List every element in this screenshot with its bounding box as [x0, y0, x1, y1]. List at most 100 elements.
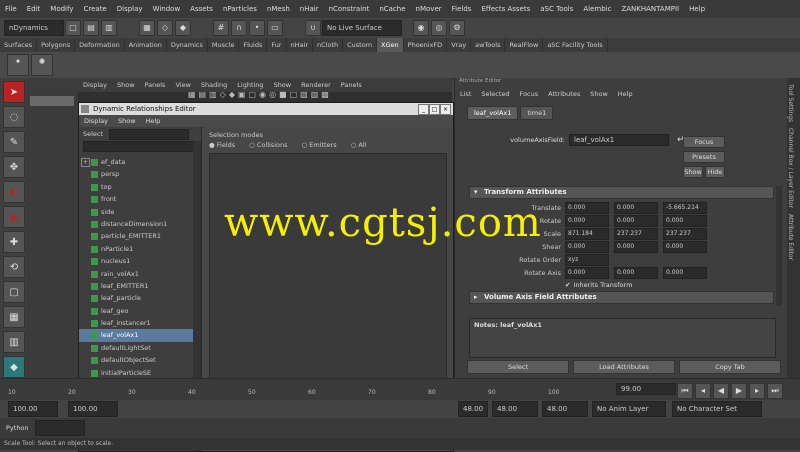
layout-outliner-icon[interactable]: ▥	[3, 331, 25, 353]
shelf-tab-asc-facility-tools[interactable]: aSC Facility Tools	[543, 38, 608, 52]
maximize-icon[interactable]: □	[429, 104, 440, 115]
viewport-menu-display[interactable]: Display	[78, 78, 112, 92]
menu-assets[interactable]: Assets	[185, 0, 218, 18]
menu-window[interactable]: Window	[148, 0, 186, 18]
attr-field[interactable]: 0.000	[663, 240, 707, 253]
list-item[interactable]: distanceDimension1	[79, 218, 201, 230]
select-hierarchy-icon[interactable]: ▦	[139, 20, 155, 36]
dialog-menu-show[interactable]: Show	[113, 115, 141, 127]
attr-field[interactable]: 0.000	[565, 201, 609, 214]
attr-field[interactable]: 0.000	[663, 214, 707, 227]
start-time-field[interactable]: 100.00	[8, 401, 58, 417]
copy-tab-button[interactable]: Copy Tab	[679, 360, 781, 374]
shelf-tab-xgen[interactable]: XGen	[377, 38, 404, 52]
shelf-tab-realflow[interactable]: RealFlow	[505, 38, 544, 52]
attribute-scrollbar[interactable]	[776, 186, 782, 306]
ae-menu-help[interactable]: Help	[613, 86, 638, 102]
end-time-field-2[interactable]: 48.00	[542, 401, 588, 417]
menu-effects-assets[interactable]: Effects Assets	[476, 0, 535, 18]
cmd-input[interactable]	[34, 420, 85, 436]
attr-field[interactable]: xyz	[565, 253, 609, 266]
select-filter-input[interactable]	[109, 128, 190, 140]
menu-create[interactable]: Create	[78, 0, 111, 18]
load-attributes-button[interactable]: Load Attributes	[573, 360, 675, 374]
end-time-field[interactable]: 48.00	[492, 401, 538, 417]
snap-curve-icon[interactable]: ∩	[231, 20, 247, 36]
open-scene-icon[interactable]: ▤	[83, 20, 99, 36]
ae-menu-attributes[interactable]: Attributes	[543, 86, 585, 102]
menu-display[interactable]: Display	[112, 0, 148, 18]
last-tool-icon[interactable]: ⟲	[3, 256, 25, 278]
go-end-icon[interactable]: ⏭	[767, 383, 783, 399]
menu-nmover[interactable]: nMover	[411, 0, 447, 18]
close-icon[interactable]: ×	[440, 104, 451, 115]
character-set-select[interactable]: No Character Set	[672, 401, 762, 417]
list-item[interactable]: leaf_EMITTER1	[79, 280, 201, 292]
shelf-tab-awtools[interactable]: awTools	[471, 38, 506, 52]
shelf-tab-fur[interactable]: Fur	[267, 38, 287, 52]
list-item[interactable]: nucleus1	[79, 255, 201, 267]
list-item[interactable]: nParticle1	[79, 243, 201, 255]
expand-icon[interactable]: +	[81, 158, 90, 167]
cmd-language-label[interactable]: Python	[0, 424, 35, 432]
show-button[interactable]: Show	[683, 166, 703, 178]
menu-file[interactable]: File	[0, 0, 22, 18]
attr-field[interactable]: -5.665.214	[663, 201, 707, 214]
paint-select-icon[interactable]: ✎	[3, 131, 25, 153]
menu-alembic[interactable]: Alembic	[578, 0, 616, 18]
menu-nhair[interactable]: nHair	[295, 0, 324, 18]
menu-edit[interactable]: Edit	[22, 0, 46, 18]
move-tool-icon[interactable]: ✥	[3, 156, 25, 178]
hide-button[interactable]: Hide	[705, 166, 725, 178]
node-tab-time1[interactable]: time1	[520, 106, 554, 120]
ae-menu-list[interactable]: List	[455, 86, 476, 102]
node-name-field[interactable]: leaf_volAx1	[569, 134, 669, 146]
list-item[interactable]: leaf_geo	[79, 305, 201, 317]
select-tool-icon[interactable]: ➤	[3, 81, 25, 103]
mode-radio-emitters[interactable]: ○ Emitters	[302, 141, 337, 149]
snap-plane-icon[interactable]: ▭	[267, 20, 283, 36]
volume-axis-attributes-header[interactable]: ▸ Volume Axis Field Attributes	[469, 291, 774, 304]
presets-button[interactable]: Presets	[683, 151, 725, 163]
list-item[interactable]: front	[79, 193, 201, 205]
step-forward-icon[interactable]: ▸	[749, 383, 765, 399]
list-item[interactable]: defaultObjectSet	[79, 354, 201, 366]
rotate-tool-icon[interactable]: ◐	[3, 181, 25, 203]
time-slider[interactable]: 10 20 30 40 50 60 70 80 90 100 99.00 ⏮ ◂ ◀ ▶ ▸ ⏭	[0, 378, 800, 401]
mode-radio-all[interactable]: ○ All	[351, 141, 367, 149]
menu-zankhantampii[interactable]: ZANKHANTAMPII	[616, 0, 684, 18]
playback-end-field[interactable]: 48.00	[458, 401, 488, 417]
render-settings-icon[interactable]: ⚙	[449, 20, 465, 36]
live-surface-field[interactable]: No Live Surface	[322, 20, 402, 36]
manipulator-icon[interactable]: ✚	[3, 231, 25, 253]
lasso-tool-icon[interactable]: ◌	[3, 106, 25, 128]
shelf-tab-vray[interactable]: Vray	[447, 38, 472, 52]
hypershade-icon[interactable]: ◆	[3, 356, 25, 378]
inherits-checkbox[interactable]: ✔	[565, 281, 570, 289]
ipr-render-icon[interactable]: ◎	[431, 20, 447, 36]
shelf-tab-fluids[interactable]: Fluids	[239, 38, 268, 52]
attr-field[interactable]: 0.000	[614, 266, 658, 279]
save-scene-icon[interactable]: ▥	[101, 20, 117, 36]
list-item[interactable]: + ef_data	[79, 156, 201, 168]
play-forward-icon[interactable]: ▶	[731, 383, 747, 399]
viewport-menu-panels[interactable]: Panels	[140, 78, 171, 92]
play-back-icon[interactable]: ◀	[713, 383, 729, 399]
select-object-icon[interactable]: ◇	[157, 20, 173, 36]
shelf-tab-polygons[interactable]: Polygons	[37, 38, 76, 52]
shelf-tab-phoenixfd[interactable]: PhoenixFD	[404, 38, 448, 52]
side-tab-tool-settings[interactable]: Tool Settings	[787, 84, 794, 122]
shelf-tab-nhair[interactable]: nHair	[287, 38, 314, 52]
shelf-tool-icon[interactable]: ✺	[31, 54, 53, 76]
outliner-selected-row[interactable]	[30, 96, 74, 106]
attr-field[interactable]: 0.000	[614, 201, 658, 214]
list-item[interactable]: persp	[79, 168, 201, 180]
magnet-icon[interactable]: ∪	[305, 20, 321, 36]
side-tab-channel-box-layer-editor[interactable]: Channel Box / Layer Editor	[787, 128, 794, 208]
attr-field[interactable]: 0.000	[614, 240, 658, 253]
attr-field[interactable]: 0.000	[565, 214, 609, 227]
snap-point-icon[interactable]: •	[249, 20, 265, 36]
attr-field[interactable]: 0.000	[663, 266, 707, 279]
menu-fields[interactable]: Fields	[447, 0, 477, 18]
transform-attributes-header[interactable]: ▾ Transform Attributes	[469, 186, 774, 199]
